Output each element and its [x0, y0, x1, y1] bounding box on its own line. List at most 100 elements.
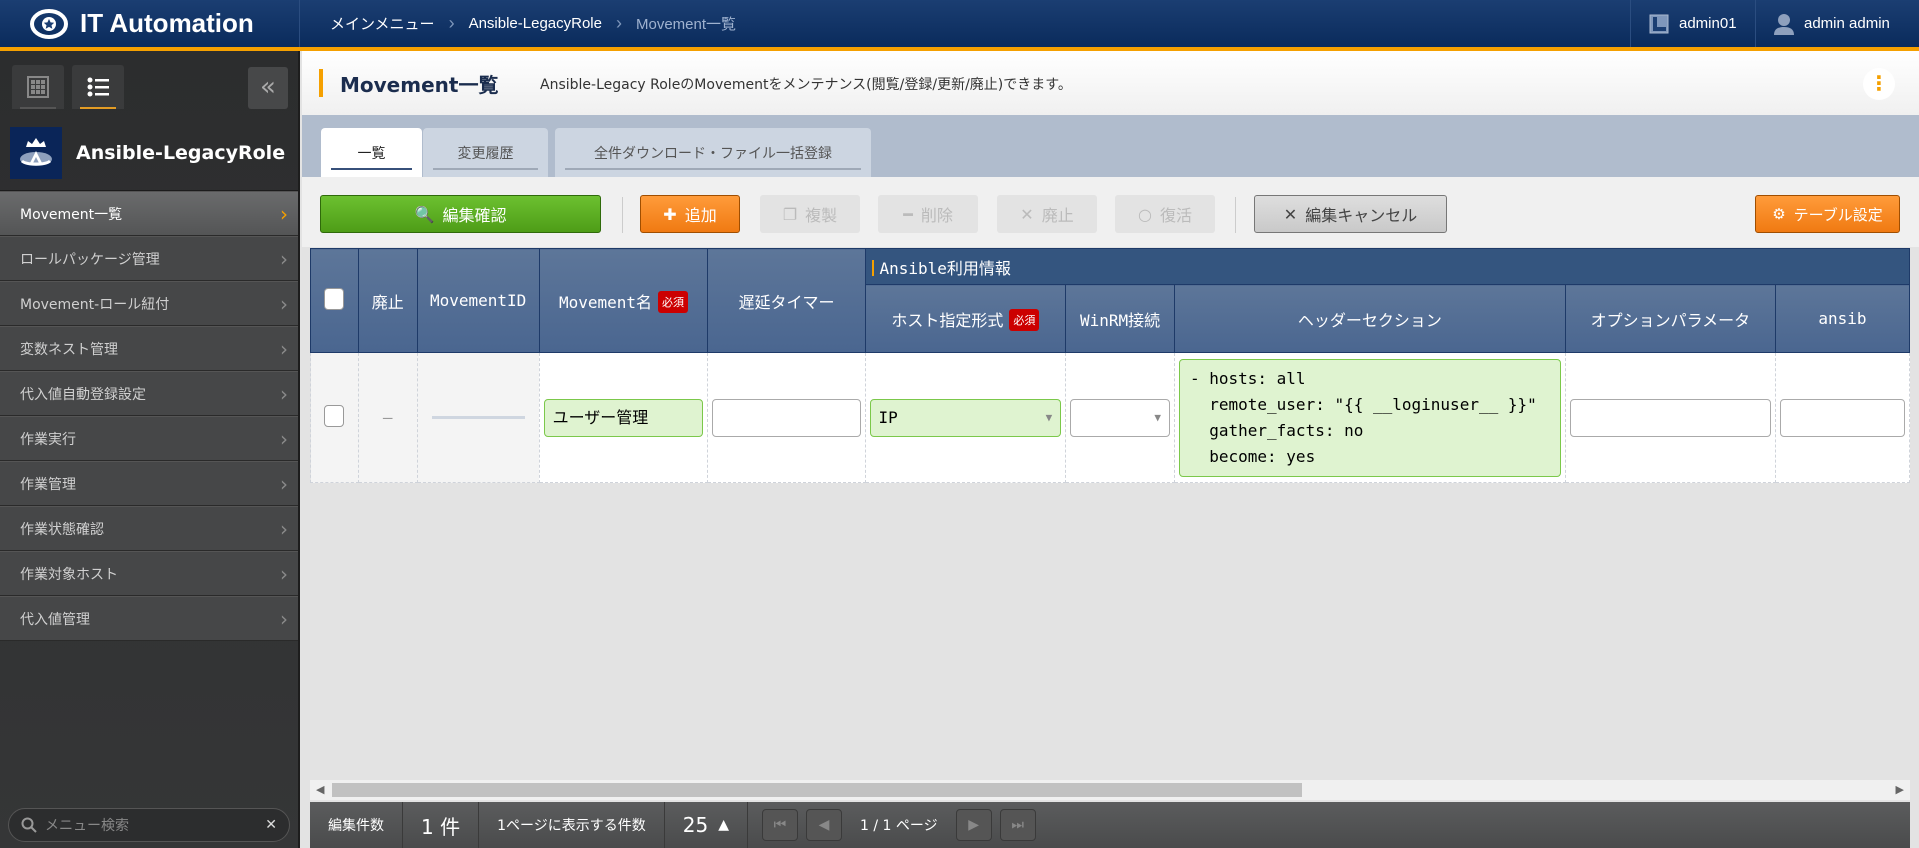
per-page-value: 25: [682, 813, 709, 837]
tab-underline: [20, 107, 56, 109]
menu-search-input[interactable]: メニュー検索 ✕: [8, 808, 290, 842]
delete-button[interactable]: ━ 削除: [878, 195, 978, 233]
ansible-cfg-input[interactable]: [1779, 398, 1905, 437]
sidebar-menu-group-title: Ansible-LegacyRole: [0, 116, 298, 191]
row-checkbox[interactable]: [324, 404, 345, 427]
page-title: Movement一覧: [340, 73, 499, 97]
per-page-select[interactable]: 25 ▲: [665, 802, 748, 848]
sidebar-item-auto-registration[interactable]: 代入値自動登録設定 ›: [0, 371, 298, 416]
host-format-select[interactable]: IP ▼: [869, 398, 1062, 437]
workspace-button[interactable]: admin01: [1630, 0, 1755, 47]
x-icon: ✕: [1020, 204, 1034, 224]
col-host-format[interactable]: ホスト指定形式 必須: [864, 284, 1067, 353]
col-delay-timer[interactable]: 遅延タイマー: [707, 248, 866, 353]
clear-search-icon[interactable]: ✕: [265, 817, 277, 833]
breadcrumb-ansible-legacyrole[interactable]: Ansible-LegacyRole: [469, 15, 602, 32]
user-menu-button[interactable]: admin admin: [1755, 0, 1919, 47]
required-badge: 必須: [658, 290, 689, 313]
tab-download-upload[interactable]: 全件ダウンロード・ファイル一括登録: [555, 128, 871, 177]
sidebar-item-movement-list[interactable]: Movement一覧 ›: [0, 191, 298, 236]
page-separator: /: [873, 818, 879, 834]
col-winrm[interactable]: WinRM接続: [1065, 284, 1175, 353]
col-discard[interactable]: 廃止: [357, 248, 418, 353]
sidebar-item-role-package[interactable]: ロールパッケージ管理 ›: [0, 236, 298, 281]
select-all-checkbox[interactable]: [324, 287, 345, 310]
col-movement-id[interactable]: MovementID: [416, 248, 540, 353]
collapse-sidebar-button[interactable]: «: [248, 67, 288, 109]
sidebar-item-assigned-values[interactable]: 代入値管理 ›: [0, 596, 298, 641]
plus-icon: ✚: [663, 204, 677, 224]
header-section-textarea[interactable]: - hosts: all remote_user: "{{ __loginuse…: [1178, 358, 1561, 477]
discard-button[interactable]: ✕ 廃止: [997, 195, 1097, 233]
app-logo[interactable]: IT Automation: [0, 0, 300, 47]
winrm-select[interactable]: ▼: [1070, 398, 1170, 437]
yaml-line: remote_user: "{{ __loginuser__ }}": [1189, 394, 1537, 414]
prev-page-button[interactable]: ◀: [805, 809, 842, 841]
sidebar-item-job-management[interactable]: 作業管理 ›: [0, 461, 298, 506]
more-options-icon[interactable]: ⋮: [1863, 68, 1895, 100]
per-page-label: 1ページに表示する件数: [479, 802, 665, 848]
restore-button[interactable]: ○ 復活: [1115, 195, 1215, 233]
workspace-icon: [1649, 14, 1669, 33]
top-header: IT Automation メインメニュー › Ansible-LegacyRo…: [0, 0, 1919, 51]
sidebar: « Ansible-LegacyRole Movement一覧 › ロールパッケー…: [0, 51, 300, 848]
total-pages: 1: [882, 818, 892, 834]
toolbar: 🔍 編集確認 ✚ 追加 ❐ 複製 ━ 削除 ✕ 廃止 ○ 復活 ✕ 編集キャンセル ⚙ テーブル…: [302, 177, 1919, 247]
app-title: IT Automation: [80, 8, 254, 38]
button-label: 削除: [920, 206, 953, 225]
sidebar-item-execute[interactable]: 作業実行 ›: [0, 416, 298, 461]
sidebar-item-movement-role-link[interactable]: Movement-ロール紐付 ›: [0, 281, 298, 326]
edit-cancel-button[interactable]: ✕ 編集キャンセル: [1254, 195, 1447, 233]
col-option-param[interactable]: オプションパラメータ: [1564, 284, 1776, 353]
sidebar-item-target-hosts[interactable]: 作業対象ホスト ›: [0, 551, 298, 596]
dropdown-arrow-icon: ▼: [1045, 410, 1053, 424]
select-all-header: [310, 248, 359, 353]
chevron-right-icon: ›: [280, 381, 288, 406]
first-page-button[interactable]: ⏮: [761, 809, 798, 841]
delay-timer-input[interactable]: [712, 398, 861, 437]
user-icon: [1774, 13, 1794, 35]
tab-underline: [433, 168, 538, 170]
edit-confirm-button[interactable]: 🔍 編集確認: [320, 195, 601, 233]
movement-name-input[interactable]: ユーザー管理: [543, 398, 704, 437]
tab-list[interactable]: 一覧: [321, 128, 422, 177]
gear-icon: ⚙: [1772, 205, 1786, 223]
col-ansible-cfg[interactable]: ansib: [1774, 284, 1910, 353]
scroll-right-icon[interactable]: ▶: [1896, 783, 1904, 796]
breadcrumb-current: Movement一覧: [635, 16, 737, 33]
table-settings-button[interactable]: ⚙ テーブル設定: [1755, 195, 1900, 233]
add-button[interactable]: ✚ 追加: [640, 195, 740, 233]
breadcrumb-main-menu[interactable]: メインメニュー: [330, 13, 435, 34]
sidebar-item-job-status[interactable]: 作業状態確認 ›: [0, 506, 298, 551]
list-icon: [87, 77, 109, 97]
scrollbar-thumb[interactable]: [332, 783, 1302, 797]
sidebar-item-label: ロールパッケージ管理: [20, 251, 160, 268]
horizontal-scrollbar[interactable]: ◀ ▶: [310, 780, 1910, 800]
copy-icon: ❐: [782, 204, 798, 224]
option-param-input[interactable]: [1569, 398, 1771, 437]
chevron-right-icon: ›: [280, 246, 288, 271]
chevron-right-icon: ›: [280, 471, 288, 496]
duplicate-button[interactable]: ❐ 複製: [760, 195, 860, 233]
page-indicator: 1 / 1 ページ: [860, 815, 938, 835]
divider: [1235, 197, 1236, 233]
menu-list-tab[interactable]: [72, 65, 124, 109]
page-header: Movement一覧 Ansible-Legacy RoleのMovementを…: [302, 51, 1919, 115]
scroll-left-icon[interactable]: ◀: [316, 783, 324, 796]
col-header-section[interactable]: ヘッダーセクション: [1173, 284, 1566, 353]
row-select-cell: [310, 352, 359, 483]
grid-icon: [27, 76, 49, 98]
sidebar-item-variable-nest[interactable]: 変数ネスト管理 ›: [0, 326, 298, 371]
document-search-icon: 🔍: [414, 204, 435, 224]
menu-grid-tab[interactable]: [12, 65, 64, 109]
tab-underline: [331, 168, 412, 170]
sidebar-item-label: 作業実行: [20, 431, 76, 448]
col-movement-name[interactable]: Movement名 必須: [538, 248, 709, 353]
page-description: Ansible-Legacy RoleのMovementをメンテナンス(閲覧/登…: [540, 77, 1072, 93]
last-page-button[interactable]: ⏭: [999, 809, 1036, 841]
workspace-name: admin01: [1679, 15, 1737, 32]
next-page-button[interactable]: ▶: [955, 809, 992, 841]
tab-change-history[interactable]: 変更履歴: [423, 128, 548, 177]
row-delay-timer-cell: [707, 352, 866, 483]
edit-count: 1 件: [403, 802, 480, 848]
